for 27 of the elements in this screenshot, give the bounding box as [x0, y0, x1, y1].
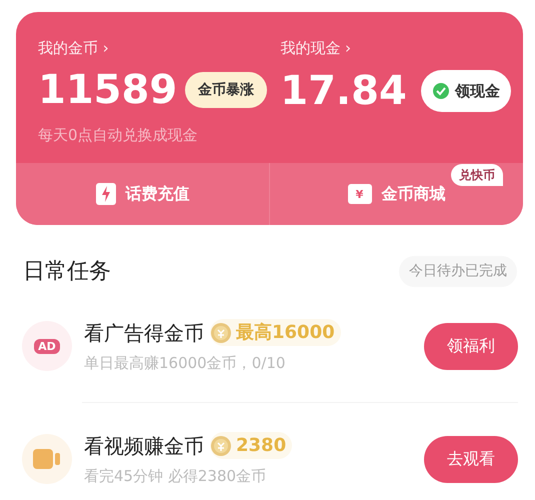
cash-amount: 17.84 — [280, 71, 407, 111]
withdraw-button[interactable]: 领现金 — [420, 70, 511, 112]
coin-icon — [210, 434, 232, 457]
task-title: 看广告得金币 — [84, 320, 204, 347]
lightning-icon — [96, 183, 116, 205]
exchange-note: 每天0点自动兑换成现金 — [38, 125, 199, 146]
section-title: 日常任务 — [23, 258, 111, 286]
check-circle-icon — [432, 82, 450, 100]
shortcut-button[interactable]: 话费充值 — [96, 182, 190, 206]
promo-button[interactable]: 金币暴涨 — [185, 72, 268, 108]
cash-link[interactable]: 我的现金 › — [280, 36, 501, 60]
coin-amount: 11589 — [38, 70, 178, 110]
task-title: 看视频赚金币 — [84, 432, 204, 460]
task-subtitle: 单日最高赚16000金币，0/10 — [84, 352, 286, 374]
coins-link[interactable]: 我的金币 › — [38, 36, 280, 60]
task-subtitle: 看完45分钟 必得2380金币 — [84, 466, 268, 487]
reward-badge: 2380 — [210, 432, 292, 460]
ad-icon: AD — [22, 321, 72, 371]
task-button[interactable]: 去观看 — [424, 436, 518, 482]
reward-badge: 最高16000 — [210, 319, 341, 346]
video-camera-icon — [22, 434, 72, 484]
ticket-icon: ¥ — [348, 184, 372, 204]
shortcut-button[interactable]: ¥ 金币商城 — [348, 182, 446, 206]
task-button[interactable]: 领福利 — [424, 322, 518, 370]
status-badge: 今日待办已完成 — [399, 256, 517, 287]
coin-icon — [210, 322, 232, 344]
exchange-badge: 兑快币 — [451, 164, 503, 186]
